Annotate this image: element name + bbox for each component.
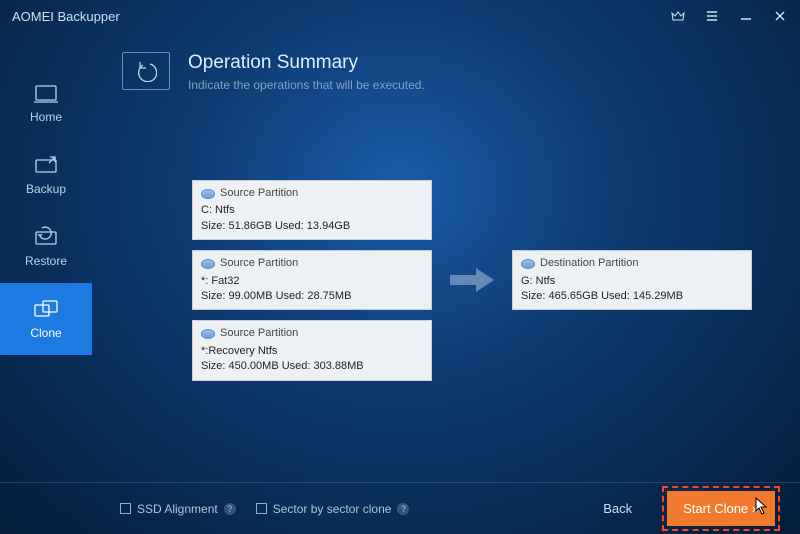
disk-icon [201, 329, 215, 339]
sidebar-item-label: Backup [26, 182, 66, 196]
operation-summary-icon [122, 52, 170, 90]
sector-by-sector-checkbox[interactable]: Sector by sector clone ? [256, 502, 410, 516]
back-button[interactable]: Back [603, 501, 632, 516]
backup-icon [32, 154, 60, 176]
sidebar-item-label: Clone [30, 326, 61, 340]
help-icon[interactable]: ? [224, 503, 236, 515]
menu-icon[interactable] [704, 8, 720, 24]
source-partition-card[interactable]: Source Partition *:Recovery Ntfs Size: 4… [192, 320, 432, 380]
content-area: Operation Summary Indicate the operation… [92, 32, 800, 534]
sidebar-item-backup[interactable]: Backup [0, 139, 92, 211]
help-icon[interactable]: ? [397, 503, 409, 515]
start-clone-highlight: Start Clone » [662, 486, 780, 531]
home-icon [32, 82, 60, 104]
destination-partition-card[interactable]: Destination Partition G: Ntfs Size: 465.… [512, 250, 752, 310]
disk-icon [201, 259, 215, 269]
sidebar-item-label: Home [30, 110, 62, 124]
source-partition-card[interactable]: Source Partition C: Ntfs Size: 51.86GB U… [192, 180, 432, 240]
sidebar-item-restore[interactable]: Restore [0, 211, 92, 283]
arrow-icon [447, 266, 497, 294]
restore-icon [32, 226, 60, 248]
app-title: AOMEI Backupper [12, 9, 120, 24]
sidebar-item-label: Restore [25, 254, 67, 268]
disk-icon [201, 189, 215, 199]
disk-icon [521, 259, 535, 269]
page-title: Operation Summary [188, 52, 425, 74]
start-clone-button[interactable]: Start Clone » [667, 491, 775, 526]
ssd-alignment-checkbox[interactable]: SSD Alignment ? [120, 502, 236, 516]
sidebar: Home Backup Restore Clone [0, 32, 92, 534]
page-subtitle: Indicate the operations that will be exe… [188, 78, 425, 92]
minimize-icon[interactable] [738, 8, 754, 24]
crown-icon[interactable] [670, 8, 686, 24]
footer: SSD Alignment ? Sector by sector clone ?… [0, 482, 800, 534]
sidebar-item-clone[interactable]: Clone [0, 283, 92, 355]
source-partition-card[interactable]: Source Partition *: Fat32 Size: 99.00MB … [192, 250, 432, 310]
close-icon[interactable] [772, 8, 788, 24]
clone-icon [32, 298, 60, 320]
sidebar-item-home[interactable]: Home [0, 67, 92, 139]
titlebar: AOMEI Backupper [0, 0, 800, 32]
